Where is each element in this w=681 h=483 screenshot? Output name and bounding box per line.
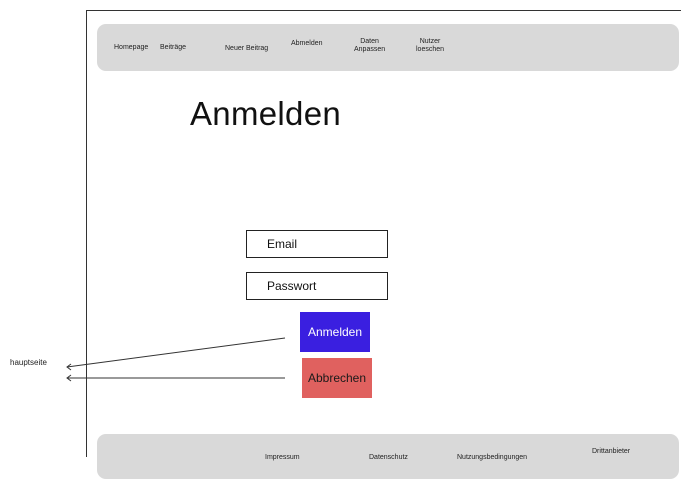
- flow-arrows: [66, 337, 286, 382]
- cancel-flow-arrow: [66, 374, 285, 382]
- footer-impressum[interactable]: Impressum: [265, 454, 300, 461]
- footer-datenschutz[interactable]: Datenschutz: [369, 454, 408, 461]
- login-flow-arrow: [66, 337, 286, 371]
- footer-drittanbieter[interactable]: Drittanbieter: [592, 448, 630, 455]
- footer-nutzungsbedingungen[interactable]: Nutzungsbedingungen: [457, 454, 527, 461]
- footer: Impressum Datenschutz Nutzungsbedingunge…: [97, 434, 679, 479]
